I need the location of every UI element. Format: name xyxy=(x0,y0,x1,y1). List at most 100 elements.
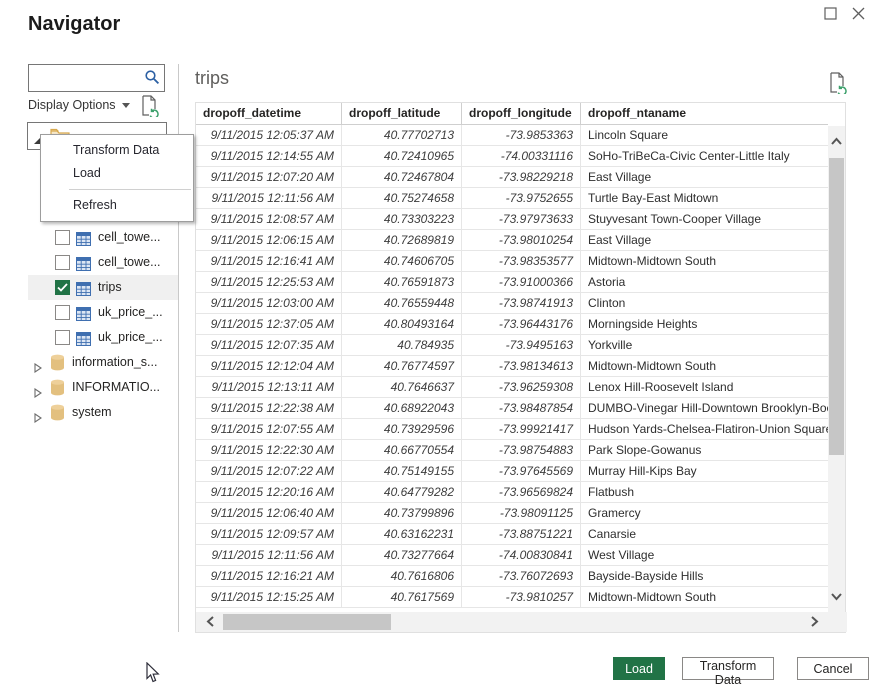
page-title: Navigator xyxy=(28,13,120,36)
table-cell: East Village xyxy=(580,167,828,188)
search-box xyxy=(28,64,165,92)
table-cell: 9/11/2015 12:08:57 AM xyxy=(196,209,341,230)
table-cell: 9/11/2015 12:09:57 AM xyxy=(196,524,341,545)
close-button[interactable] xyxy=(848,6,868,24)
table-row: 9/11/2015 12:07:55 AM40.73929596-73.9992… xyxy=(196,419,828,440)
refresh-file-icon xyxy=(829,72,847,94)
table-cell: -73.98091125 xyxy=(461,503,580,524)
table-cell: 9/11/2015 12:14:55 AM xyxy=(196,146,341,167)
tree-item-uk-price[interactable]: uk_price_... xyxy=(28,325,178,350)
table-cell: 40.73303223 xyxy=(341,209,461,230)
checkbox[interactable] xyxy=(55,330,70,345)
table-cell: 9/11/2015 12:22:38 AM xyxy=(196,398,341,419)
table-cell: Flatbush xyxy=(580,482,828,503)
table-row: 9/11/2015 12:03:00 AM40.76559448-73.9874… xyxy=(196,293,828,314)
column-header[interactable]: dropoff_ntaname xyxy=(580,103,828,125)
table-cell: -73.88751221 xyxy=(461,524,580,545)
column-header[interactable]: dropoff_longitude xyxy=(461,103,580,125)
table-cell: -73.99921417 xyxy=(461,419,580,440)
table-cell: 40.64779282 xyxy=(341,482,461,503)
table-row: 9/11/2015 12:06:15 AM40.72689819-73.9801… xyxy=(196,230,828,251)
table-cell: 9/11/2015 12:22:30 AM xyxy=(196,440,341,461)
menu-item-transform-data[interactable]: Transform Data xyxy=(41,139,193,162)
table-cell: 9/11/2015 12:11:56 AM xyxy=(196,545,341,566)
database-icon xyxy=(50,354,65,375)
scroll-down-icon[interactable] xyxy=(830,590,843,603)
refresh-list-button[interactable] xyxy=(141,95,159,120)
scroll-right-icon[interactable] xyxy=(808,615,821,628)
maximize-button[interactable] xyxy=(820,6,840,24)
table-row: 9/11/2015 12:05:37 AM40.77702713-73.9853… xyxy=(196,125,828,146)
table-cell: -73.98754883 xyxy=(461,440,580,461)
table-cell: Canarsie xyxy=(580,524,828,545)
table-cell: -73.98487854 xyxy=(461,398,580,419)
display-options-dropdown[interactable]: Display Options xyxy=(28,98,116,112)
table-cell: 40.68922043 xyxy=(341,398,461,419)
tree-item-uk-price[interactable]: uk_price_... xyxy=(28,300,178,325)
checkbox[interactable] xyxy=(55,305,70,320)
table-cell: Turtle Bay-East Midtown xyxy=(580,188,828,209)
table-cell: 40.77702713 xyxy=(341,125,461,146)
table-cell: 9/11/2015 12:15:25 AM xyxy=(196,587,341,608)
column-header[interactable]: dropoff_datetime xyxy=(196,103,341,125)
table-cell: -73.9853363 xyxy=(461,125,580,146)
table-cell: -73.9810257 xyxy=(461,587,580,608)
transform-data-button[interactable]: Transform Data xyxy=(682,657,774,680)
tree-item-label: INFORMATIO... xyxy=(72,375,160,400)
tree-item-label: uk_price_... xyxy=(98,325,163,350)
table-cell: -73.91000366 xyxy=(461,272,580,293)
table-row: 9/11/2015 12:09:57 AM40.63162231-73.8875… xyxy=(196,524,828,545)
scroll-up-icon[interactable] xyxy=(830,135,843,148)
tree-item-trips[interactable]: trips xyxy=(28,275,178,300)
table-cell: Clinton xyxy=(580,293,828,314)
tree-item-cell-towe[interactable]: cell_towe... xyxy=(28,250,178,275)
column-header[interactable]: dropoff_latitude xyxy=(341,103,461,125)
vertical-scrollbar[interactable] xyxy=(828,126,845,612)
table-icon xyxy=(76,280,91,300)
tree-item-information-s[interactable]: information_s... xyxy=(28,350,178,375)
tree-item-label: information_s... xyxy=(72,350,157,375)
tree-item-label: trips xyxy=(98,275,122,300)
load-button[interactable]: Load xyxy=(613,657,665,680)
search-icon[interactable] xyxy=(144,69,160,90)
scroll-left-icon[interactable] xyxy=(204,615,217,628)
table-cell: -73.96443176 xyxy=(461,314,580,335)
tree-item-informatio[interactable]: INFORMATIO... xyxy=(28,375,178,400)
table-cell: 40.784935 xyxy=(341,335,461,356)
table-cell: -74.00331116 xyxy=(461,146,580,167)
table-cell: 9/11/2015 12:13:11 AM xyxy=(196,377,341,398)
table-row: 9/11/2015 12:25:53 AM40.76591873-73.9100… xyxy=(196,272,828,293)
table-cell: Midtown-Midtown South xyxy=(580,251,828,272)
table-row: 9/11/2015 12:07:20 AM40.72467804-73.9822… xyxy=(196,167,828,188)
table-cell: East Village xyxy=(580,230,828,251)
expand-arrow-icon[interactable] xyxy=(34,407,42,425)
table-cell: -73.96569824 xyxy=(461,482,580,503)
table-row: 9/11/2015 12:07:35 AM40.784935-73.949516… xyxy=(196,335,828,356)
checkbox[interactable] xyxy=(55,280,70,295)
table-cell: -73.9752655 xyxy=(461,188,580,209)
horizontal-scroll-thumb[interactable] xyxy=(223,614,391,630)
vertical-scroll-thumb[interactable] xyxy=(829,158,844,455)
tree-item-system[interactable]: system xyxy=(28,400,178,425)
table-row: 9/11/2015 12:06:40 AM40.73799896-73.9809… xyxy=(196,503,828,524)
checkbox[interactable] xyxy=(55,255,70,270)
table-cell: Bayside-Bayside Hills xyxy=(580,566,828,587)
table-row: 9/11/2015 12:08:57 AM40.73303223-73.9797… xyxy=(196,209,828,230)
tree-item-cell-towe[interactable]: cell_towe... xyxy=(28,225,178,250)
table-icon xyxy=(76,330,91,350)
table-cell: 9/11/2015 12:03:00 AM xyxy=(196,293,341,314)
horizontal-scrollbar[interactable] xyxy=(196,612,847,632)
table-cell: West Village xyxy=(580,545,828,566)
refresh-preview-button[interactable] xyxy=(829,72,847,97)
menu-item-load[interactable]: Load xyxy=(41,162,193,185)
tree-item-label: uk_price_... xyxy=(98,300,163,325)
expand-arrow-icon[interactable] xyxy=(34,357,42,375)
menu-item-refresh[interactable]: Refresh xyxy=(41,194,193,217)
checkbox[interactable] xyxy=(55,230,70,245)
table-cell: Lincoln Square xyxy=(580,125,828,146)
table-row: 9/11/2015 12:16:41 AM40.74606705-73.9835… xyxy=(196,251,828,272)
search-input[interactable] xyxy=(33,67,141,89)
expand-arrow-icon[interactable] xyxy=(34,382,42,400)
cancel-button[interactable]: Cancel xyxy=(797,657,869,680)
table-cell: 40.76559448 xyxy=(341,293,461,314)
